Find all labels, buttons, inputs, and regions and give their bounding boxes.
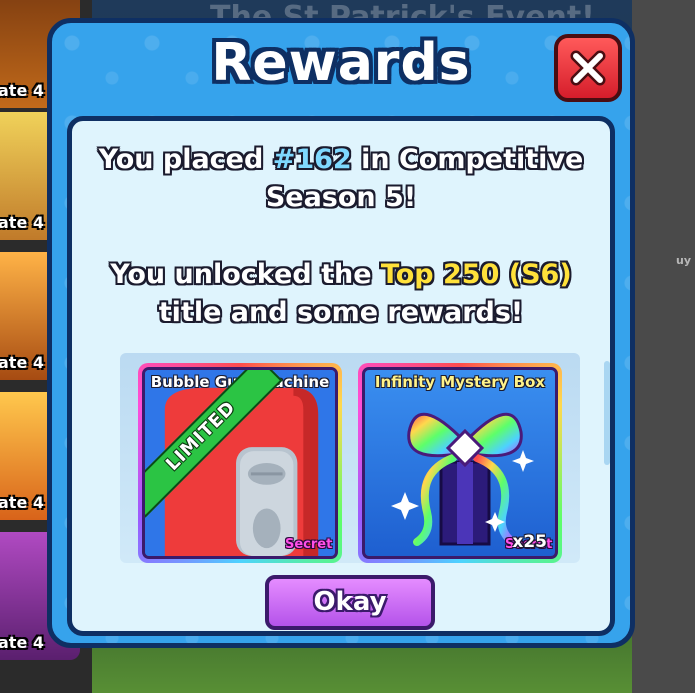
background-right-text: uy — [676, 254, 692, 267]
background-card-label: ate 4 — [0, 353, 44, 372]
background-card-label: ate 4 — [0, 213, 44, 232]
unlocked-title: Top 250 (S6) — [380, 259, 572, 290]
unlock-message: You unlocked the Top 250 (S6) title and … — [72, 256, 610, 332]
unlock-suffix: title and some rewards! — [158, 297, 524, 328]
placement-message: You placed #162 in Competitive Season 5! — [72, 141, 610, 217]
rewards-scrollbar[interactable] — [604, 361, 610, 465]
reward-card-inner: Bubble Gum Machine LIMITED Secret — [142, 367, 338, 559]
placement-suffix: in Competitive — [351, 144, 584, 175]
background-right-panel: uy — [632, 0, 695, 693]
rewards-modal: Rewards You placed #162 in Competitive S… — [47, 18, 635, 648]
reward-rarity: Secret — [285, 537, 333, 552]
background-card-label: ate 4 — [0, 493, 44, 512]
infinity-mystery-box-icon — [391, 412, 534, 546]
close-button[interactable] — [554, 34, 622, 102]
placement-prefix: You placed — [98, 144, 273, 175]
background-card-label: ate 4 — [0, 633, 44, 652]
rewards-list[interactable]: Bubble Gum Machine LIMITED Secret Infini… — [120, 353, 580, 563]
rewards-content-panel: You placed #162 in Competitive Season 5!… — [67, 116, 615, 636]
reward-name: Infinity Mystery Box — [374, 373, 546, 391]
reward-card[interactable]: Bubble Gum Machine LIMITED Secret — [138, 363, 342, 563]
reward-card[interactable]: Infinity Mystery Box Secret x25 — [358, 363, 562, 563]
reward-quantity: x25 — [512, 532, 547, 552]
close-icon — [570, 50, 606, 86]
unlock-prefix: You unlocked the — [110, 259, 381, 290]
reward-card-inner: Infinity Mystery Box Secret x25 — [362, 367, 558, 559]
placement-season: Season 5! — [265, 182, 417, 213]
modal-title: Rewards — [211, 33, 471, 93]
background-card-label: ate 4 — [0, 81, 44, 100]
okay-button[interactable]: Okay — [265, 575, 435, 630]
placement-rank: #162 — [272, 144, 352, 175]
